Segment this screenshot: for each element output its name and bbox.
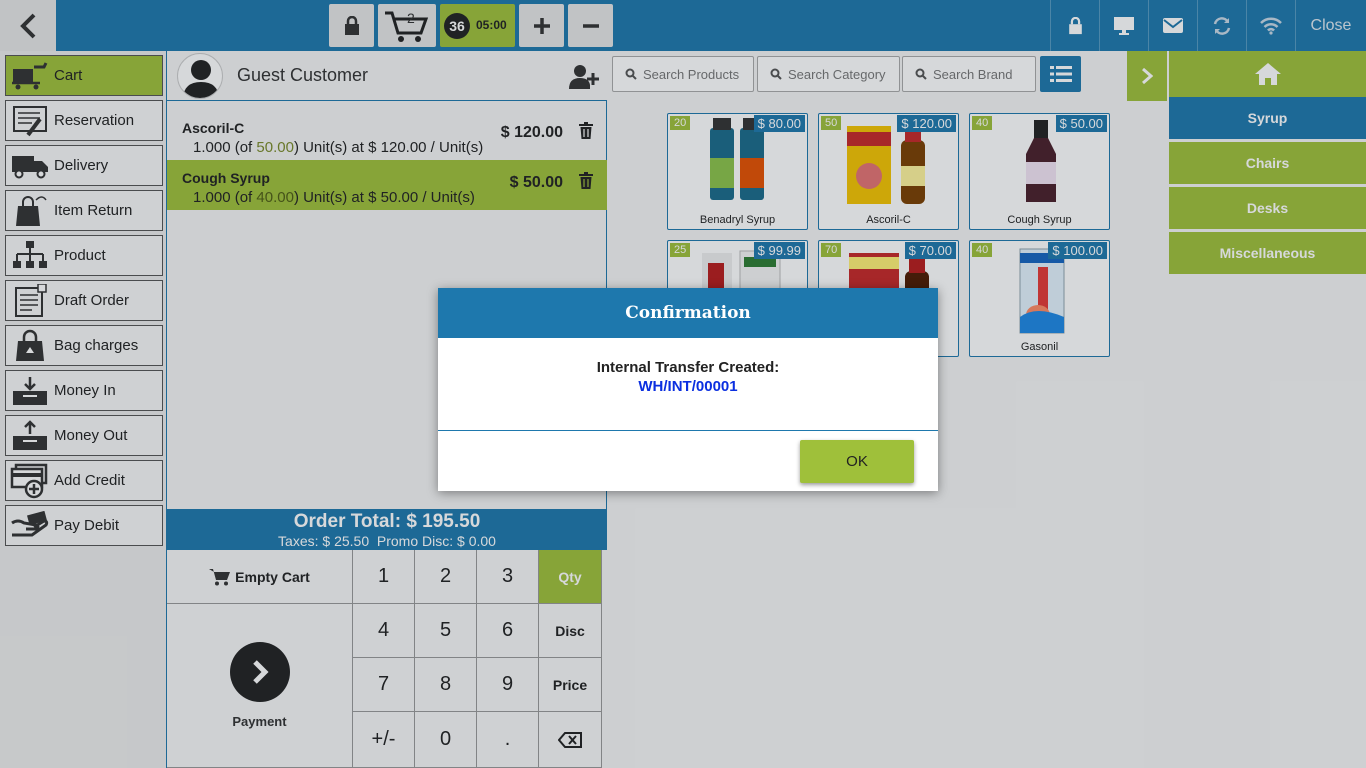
dialog-message: Internal Transfer Created: <box>596 359 780 376</box>
confirmation-dialog: Confirmation Internal Transfer Created: … <box>438 288 938 491</box>
dialog-body: Internal Transfer Created: WH/INT/00001 <box>438 338 938 431</box>
transfer-reference: WH/INT/00001 <box>638 378 738 395</box>
ok-button[interactable]: OK <box>800 440 914 483</box>
dialog-title: Confirmation <box>438 288 938 338</box>
